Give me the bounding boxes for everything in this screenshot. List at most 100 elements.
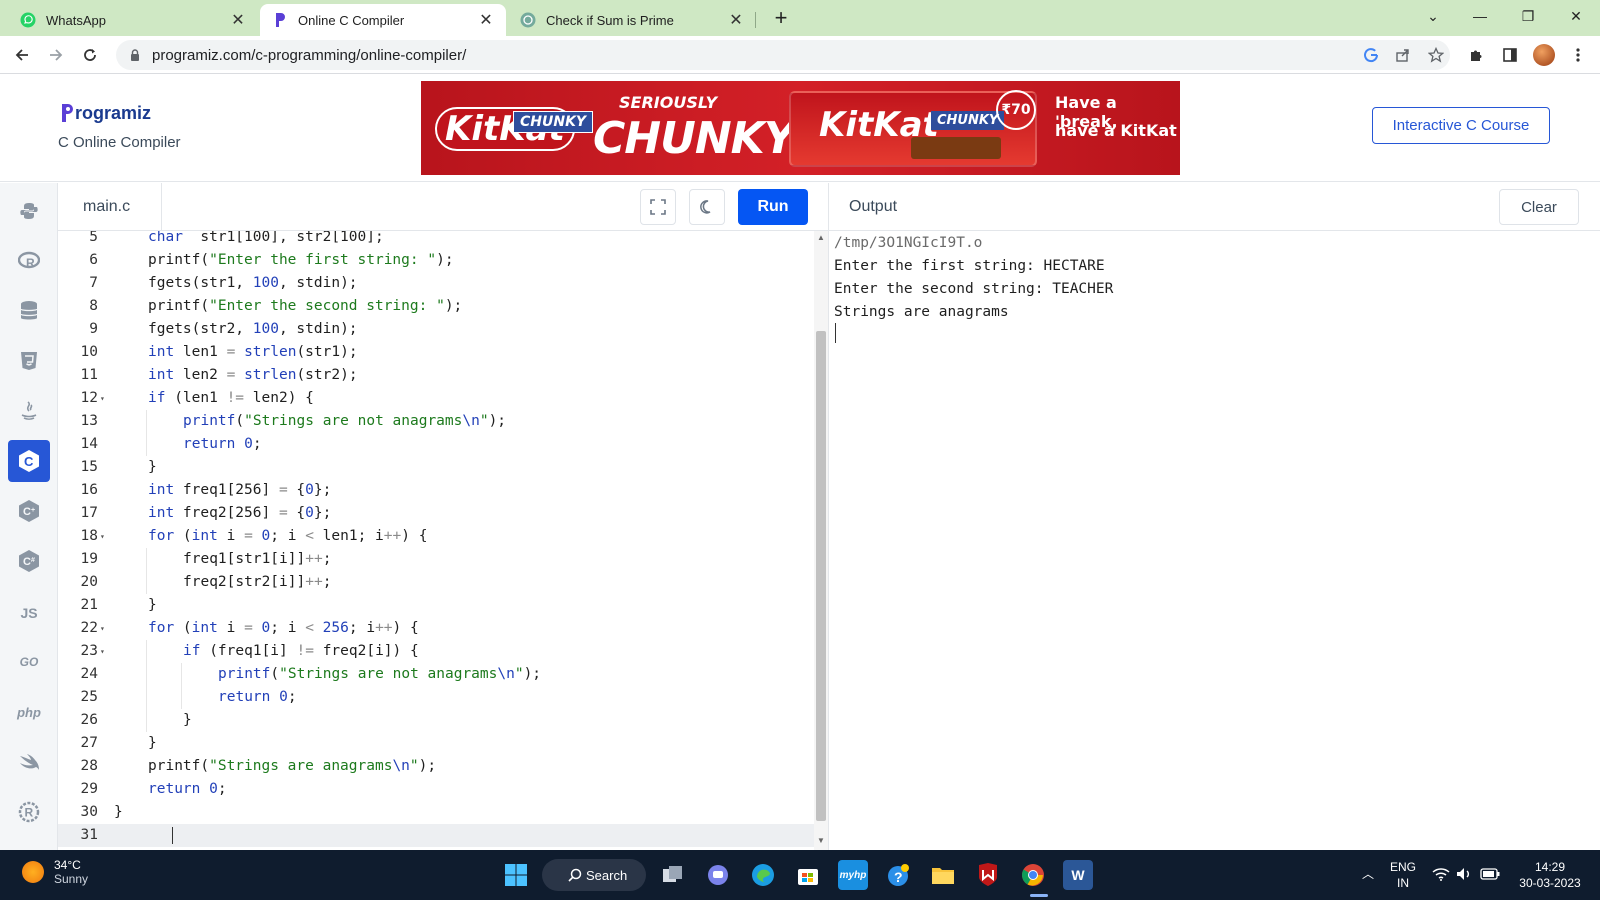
google-icon[interactable]	[1356, 40, 1386, 70]
close-icon[interactable]: ✕	[230, 10, 246, 30]
code-line[interactable]: 11 int len2 = strlen(str2);	[58, 364, 814, 387]
code-line[interactable]: 21}	[58, 594, 814, 617]
scroll-up-arrow-icon[interactable]: ▲	[816, 233, 826, 242]
new-tab-button[interactable]: +	[768, 6, 794, 32]
word-icon[interactable]: W	[1063, 860, 1093, 890]
go-icon[interactable]: GO	[8, 641, 50, 683]
code-line[interactable]: 13 printf("Strings are not anagrams\n");	[58, 410, 814, 433]
code-line[interactable]: 5 char str1[100], str2[100];	[58, 231, 814, 249]
code-line[interactable]: 22 ▾ for (int i = 0; i < 256; i++) {	[58, 617, 814, 640]
code-line[interactable]: 25 return 0;	[58, 686, 814, 709]
code-line[interactable]: 24 printf("Strings are not anagrams\n");	[58, 663, 814, 686]
code-line[interactable]: 12 ▾ if (len1 != len2) {	[58, 387, 814, 410]
close-icon[interactable]: ✕	[478, 10, 494, 30]
address-bar[interactable]: programiz.com/c-programming/online-compi…	[116, 40, 1450, 70]
kitkat-banner-ad[interactable]: KitKat CHUNKY SERIOUSLY CHUNKY KitKat CH…	[421, 81, 1180, 175]
code-token: \n	[462, 413, 480, 429]
swift-icon[interactable]	[8, 741, 50, 783]
dark-mode-button[interactable]	[689, 189, 725, 225]
python-icon[interactable]	[8, 190, 50, 232]
clock[interactable]: 14:29 30-03-2023	[1510, 859, 1590, 891]
csharp-icon[interactable]: C #	[8, 540, 50, 582]
code-line[interactable]: 20 freq2[str2[i]]++;	[58, 571, 814, 594]
battery-icon[interactable]	[1480, 868, 1500, 884]
file-explorer-icon[interactable]	[928, 860, 958, 890]
fold-arrow-icon[interactable]: ▾	[100, 640, 105, 663]
code-line[interactable]: 17 int freq2[256] = {0};	[58, 502, 814, 525]
run-button[interactable]: Run	[738, 189, 808, 225]
code-line[interactable]: 27}	[58, 732, 814, 755]
bookmark-star-icon[interactable]	[1421, 40, 1451, 70]
teams-chat-icon[interactable]	[703, 860, 733, 890]
task-view-icon[interactable]	[658, 860, 688, 890]
code-line[interactable]: 7 fgets(str1, 100, stdin);	[58, 272, 814, 295]
input-language[interactable]: ENG IN	[1388, 859, 1418, 891]
fold-arrow-icon[interactable]: ▾	[100, 525, 105, 548]
code-line[interactable]: 15}	[58, 456, 814, 479]
share-icon[interactable]	[1388, 40, 1418, 70]
microsoft-store-icon[interactable]	[793, 860, 823, 890]
kebab-menu-icon[interactable]	[1564, 41, 1592, 69]
programiz-logo[interactable]: rogramiz	[60, 102, 151, 124]
c-icon[interactable]: C	[8, 440, 50, 482]
side-panel-icon[interactable]	[1496, 41, 1524, 69]
back-button[interactable]	[8, 41, 36, 69]
code-line[interactable]: 9 fgets(str2, 100, stdin);	[58, 318, 814, 341]
java-icon[interactable]	[8, 390, 50, 432]
extensions-puzzle-icon[interactable]	[1462, 41, 1490, 69]
volume-icon[interactable]	[1456, 867, 1474, 885]
code-line[interactable]: 19 freq1[str1[i]]++;	[58, 548, 814, 571]
chrome-icon[interactable]	[1018, 860, 1048, 890]
weather-widget[interactable]: 34°C Sunny	[22, 858, 88, 886]
windows-start-icon[interactable]	[501, 860, 531, 890]
php-icon[interactable]: php	[8, 691, 50, 733]
restore-button[interactable]: ❐	[1505, 0, 1551, 32]
html5-icon[interactable]	[8, 340, 50, 382]
code-line[interactable]: 29 return 0;	[58, 778, 814, 801]
interactive-c-course-button[interactable]: Interactive C Course	[1372, 107, 1550, 144]
code-line[interactable]: 30}	[58, 801, 814, 824]
profile-avatar[interactable]	[1533, 44, 1555, 66]
scrollbar-thumb[interactable]	[816, 331, 826, 821]
rust-icon[interactable]: R	[8, 791, 50, 833]
fold-arrow-icon[interactable]: ▾	[100, 387, 105, 410]
close-icon[interactable]: ✕	[728, 10, 744, 30]
taskbar-search[interactable]: Search	[542, 859, 646, 891]
sql-database-icon[interactable]	[8, 290, 50, 332]
code-line[interactable]: 26}	[58, 709, 814, 732]
tab-search-chevron-icon[interactable]: ⌄	[1410, 0, 1456, 32]
code-line[interactable]: 23 ▾ if (freq1[i] != freq2[i]) {	[58, 640, 814, 663]
clear-button[interactable]: Clear	[1499, 189, 1579, 225]
minimize-button[interactable]: —	[1457, 0, 1503, 32]
file-tab-main-c[interactable]: main.c	[58, 183, 162, 231]
tab-check-if-sum-is-prime[interactable]: Check if Sum is Prime ✕	[508, 4, 756, 36]
tab-online-c-compiler[interactable]: Online C Compiler ✕	[260, 4, 506, 36]
editor-scrollbar[interactable]: ▲ ▼	[814, 231, 828, 850]
scroll-down-arrow-icon[interactable]: ▼	[816, 836, 826, 845]
code-line[interactable]: 18 ▾ for (int i = 0; i < len1; i++) {	[58, 525, 814, 548]
help-icon[interactable]: ?	[883, 860, 913, 890]
reload-button[interactable]	[76, 41, 104, 69]
code-line[interactable]: 31	[58, 824, 814, 847]
close-window-button[interactable]: ✕	[1553, 0, 1599, 32]
code-line[interactable]: 28 printf("Strings are anagrams\n");	[58, 755, 814, 778]
code-line[interactable]: 8 printf("Enter the second string: ");	[58, 295, 814, 318]
code-line[interactable]: 6 printf("Enter the first string: ");	[58, 249, 814, 272]
code-line[interactable]: 16 int freq1[256] = {0};	[58, 479, 814, 502]
code-editor[interactable]: 5 char str1[100], str2[100]; 6 printf("Ente…	[58, 231, 814, 850]
fold-arrow-icon[interactable]: ▾	[100, 617, 105, 640]
tab-whatsapp[interactable]: WhatsApp ✕	[8, 4, 258, 36]
mcafee-icon[interactable]	[973, 860, 1003, 890]
myhp-icon[interactable]: myhp	[838, 860, 868, 890]
cpp-icon[interactable]: C +	[8, 490, 50, 532]
forward-button[interactable]	[42, 41, 70, 69]
wifi-icon[interactable]	[1432, 867, 1450, 885]
output-console[interactable]: /tmp/3O1NGIcI9T.o Enter the first string…	[828, 231, 1600, 850]
javascript-icon[interactable]: JS	[8, 592, 50, 634]
edge-icon[interactable]	[748, 860, 778, 890]
r-icon[interactable]: R	[8, 240, 50, 282]
fullscreen-button[interactable]	[640, 189, 676, 225]
code-line[interactable]: 14 return 0;	[58, 433, 814, 456]
tray-overflow-chevron-icon[interactable]: ︿	[1360, 866, 1376, 882]
code-line[interactable]: 10 int len1 = strlen(str1);	[58, 341, 814, 364]
